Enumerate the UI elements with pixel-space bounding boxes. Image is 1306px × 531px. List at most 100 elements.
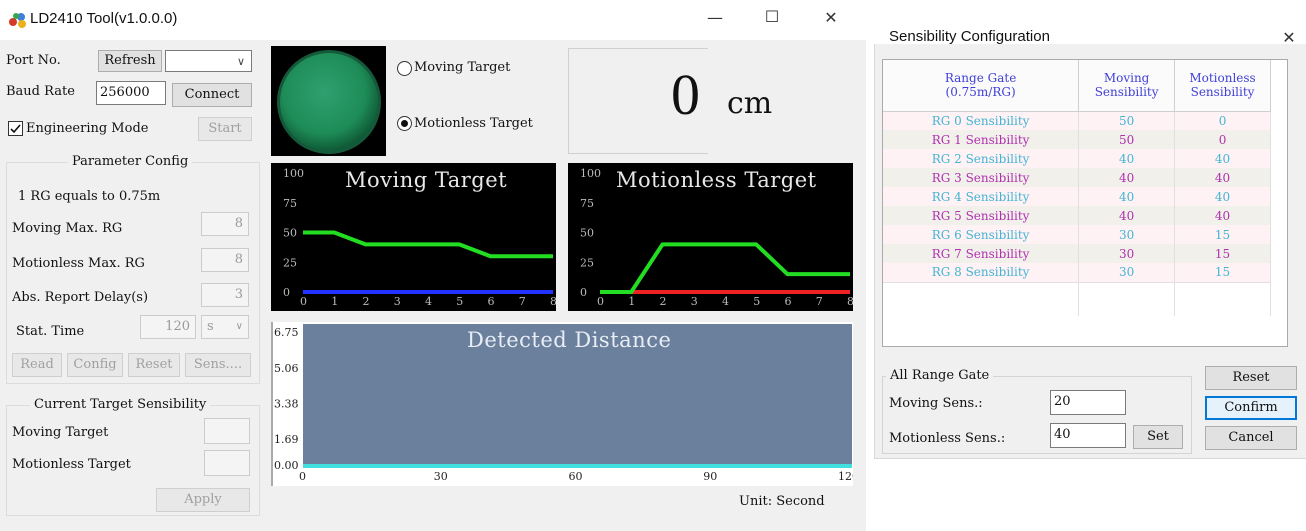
motionless-sensibility-cell[interactable]: 15: [1174, 263, 1271, 282]
read-button[interactable]: Read: [12, 353, 62, 377]
sens-reset-button[interactable]: Reset: [1205, 366, 1297, 390]
motionless-sensibility-cell[interactable]: 15: [1174, 225, 1271, 244]
stat-unit-value: s: [207, 319, 214, 334]
range-gate-cell[interactable]: RG 0 Sensibility: [883, 111, 1080, 130]
x-tick-label: 1: [331, 295, 338, 308]
empty-row: [883, 299, 1271, 316]
port-label: Port No.: [6, 53, 61, 68]
sensibility-close-button[interactable]: ✕: [1274, 28, 1304, 47]
sensibility-row[interactable]: RG 8 Sensibility 30 15: [883, 263, 1271, 282]
x-tick-label: 1: [628, 295, 635, 308]
moving-sensibility-cell[interactable]: 40: [1078, 149, 1176, 168]
set-button[interactable]: Set: [1133, 425, 1183, 449]
refresh-button[interactable]: Refresh: [98, 50, 162, 72]
moving-sensibility-cell[interactable]: 50: [1078, 111, 1176, 130]
config-button[interactable]: Config: [67, 353, 123, 377]
motionless-sensibility-cell[interactable]: 15: [1174, 244, 1271, 263]
motionless-max-rg-input[interactable]: 8: [201, 248, 249, 272]
header-motionless-sensibility: Motionless Sensibility: [1174, 60, 1271, 112]
stat-time-input[interactable]: 120: [140, 315, 196, 339]
close-button[interactable]: ✕: [816, 8, 846, 27]
reset-button[interactable]: Reset: [128, 353, 180, 377]
motionless-sensibility-cell[interactable]: 0: [1174, 130, 1271, 149]
current-motionless-value[interactable]: [204, 450, 250, 476]
y-tick-label: 5.06: [274, 362, 299, 375]
moving-chart-title: Moving Target: [345, 168, 508, 192]
sensibility-row[interactable]: RG 7 Sensibility 30 15: [883, 244, 1271, 263]
header-moving-sensibility: Moving Sensibility: [1078, 60, 1176, 112]
range-gate-cell[interactable]: RG 2 Sensibility: [883, 149, 1080, 168]
range-gate-cell[interactable]: RG 8 Sensibility: [883, 263, 1080, 282]
y-tick-label: 1.69: [274, 433, 299, 446]
chevron-down-icon: ∨: [235, 321, 243, 332]
y-tick-label: 3.38: [274, 397, 299, 410]
moving-sensibility-cell[interactable]: 50: [1078, 130, 1176, 149]
motionless-sensibility-cell[interactable]: 0: [1174, 111, 1271, 130]
range-gate-cell[interactable]: RG 6 Sensibility: [883, 225, 1080, 244]
range-gate-cell[interactable]: RG 5 Sensibility: [883, 206, 1080, 225]
range-gate-cell[interactable]: RG 1 Sensibility: [883, 130, 1080, 149]
moving-max-rg-input[interactable]: 8: [201, 212, 249, 236]
x-tick-label: 0: [300, 295, 307, 308]
moving-sensibility-cell[interactable]: 40: [1078, 187, 1176, 206]
x-tick-label: 8: [847, 295, 853, 308]
sensibility-row[interactable]: RG 3 Sensibility 40 40: [883, 168, 1271, 187]
y-tick-label: 25: [283, 256, 297, 269]
motionless-sensibility-cell[interactable]: 40: [1174, 149, 1271, 168]
x-tick-label: 2: [363, 295, 370, 308]
moving-sensibility-cell[interactable]: 30: [1078, 244, 1176, 263]
maximize-button[interactable]: ☐: [757, 7, 787, 26]
motionless-target-radio[interactable]: [397, 116, 412, 131]
confirm-button[interactable]: Confirm: [1205, 396, 1297, 420]
target-indicator-panel: [271, 46, 386, 156]
range-gate-cell[interactable]: RG 4 Sensibility: [883, 187, 1080, 206]
cancel-button[interactable]: Cancel: [1205, 426, 1297, 450]
connect-button[interactable]: Connect: [172, 83, 252, 107]
sensibility-row[interactable]: RG 1 Sensibility 50 0: [883, 130, 1271, 149]
sensibility-row[interactable]: RG 4 Sensibility 40 40: [883, 187, 1271, 206]
motionless-sens-input[interactable]: 40: [1050, 423, 1126, 448]
empty-cell: [1174, 299, 1271, 316]
moving-sens-label: Moving Sens.:: [889, 396, 983, 411]
moving-sensibility-cell[interactable]: 30: [1078, 225, 1176, 244]
sensibility-row[interactable]: RG 5 Sensibility 40 40: [883, 206, 1271, 225]
motionless-sens-label: Motionless Sens.:: [889, 431, 1006, 446]
sensibility-row[interactable]: RG 0 Sensibility 50 0: [883, 111, 1271, 130]
x-tick-label: 7: [519, 295, 526, 308]
stat-unit-select[interactable]: s ∨: [201, 315, 249, 339]
x-tick-label: 6: [785, 295, 792, 308]
app-icon: [9, 13, 26, 28]
current-motionless-label: Motionless Target: [12, 457, 131, 472]
sensibility-row[interactable]: RG 2 Sensibility 40 40: [883, 149, 1271, 168]
engineering-checkbox[interactable]: [8, 121, 23, 136]
motionless-sensibility-cell[interactable]: 40: [1174, 168, 1271, 187]
x-tick-label: 5: [753, 295, 760, 308]
range-gate-cell[interactable]: RG 3 Sensibility: [883, 168, 1080, 187]
moving-max-rg-label: Moving Max. RG: [12, 221, 123, 236]
report-delay-input[interactable]: 3: [201, 283, 249, 307]
motionless-sensibility-cell[interactable]: 40: [1174, 187, 1271, 206]
start-button[interactable]: Start: [198, 117, 252, 141]
baud-input[interactable]: 256000: [96, 81, 166, 105]
moving-sens-input[interactable]: 20: [1050, 390, 1126, 415]
y-tick-label: 6.75: [274, 326, 299, 339]
moving-sensibility-cell[interactable]: 40: [1078, 206, 1176, 225]
x-tick-label: 8: [550, 295, 556, 308]
sensibility-row[interactable]: RG 6 Sensibility 30 15: [883, 225, 1271, 244]
x-tick-label: 5: [456, 295, 463, 308]
apply-button[interactable]: Apply: [156, 488, 250, 512]
sens-button[interactable]: Sens....: [185, 353, 251, 377]
port-select[interactable]: ∨: [165, 50, 252, 72]
empty-cell: [1078, 282, 1176, 299]
motionless-sensibility-cell[interactable]: 40: [1174, 206, 1271, 225]
parameter-config-title: Parameter Config: [68, 154, 193, 169]
minimize-button[interactable]: —: [700, 8, 730, 27]
range-gate-cell[interactable]: RG 7 Sensibility: [883, 244, 1080, 263]
moving-sensibility-cell[interactable]: 30: [1078, 263, 1176, 282]
current-moving-value[interactable]: [204, 418, 250, 444]
y-tick-label: 50: [580, 227, 594, 240]
x-tick-label: 3: [394, 295, 401, 308]
moving-target-radio[interactable]: [397, 61, 412, 76]
sensibility-table: Range Gate (0.75m/RG) Moving Sensibility…: [883, 60, 1271, 316]
moving-sensibility-cell[interactable]: 40: [1078, 168, 1176, 187]
